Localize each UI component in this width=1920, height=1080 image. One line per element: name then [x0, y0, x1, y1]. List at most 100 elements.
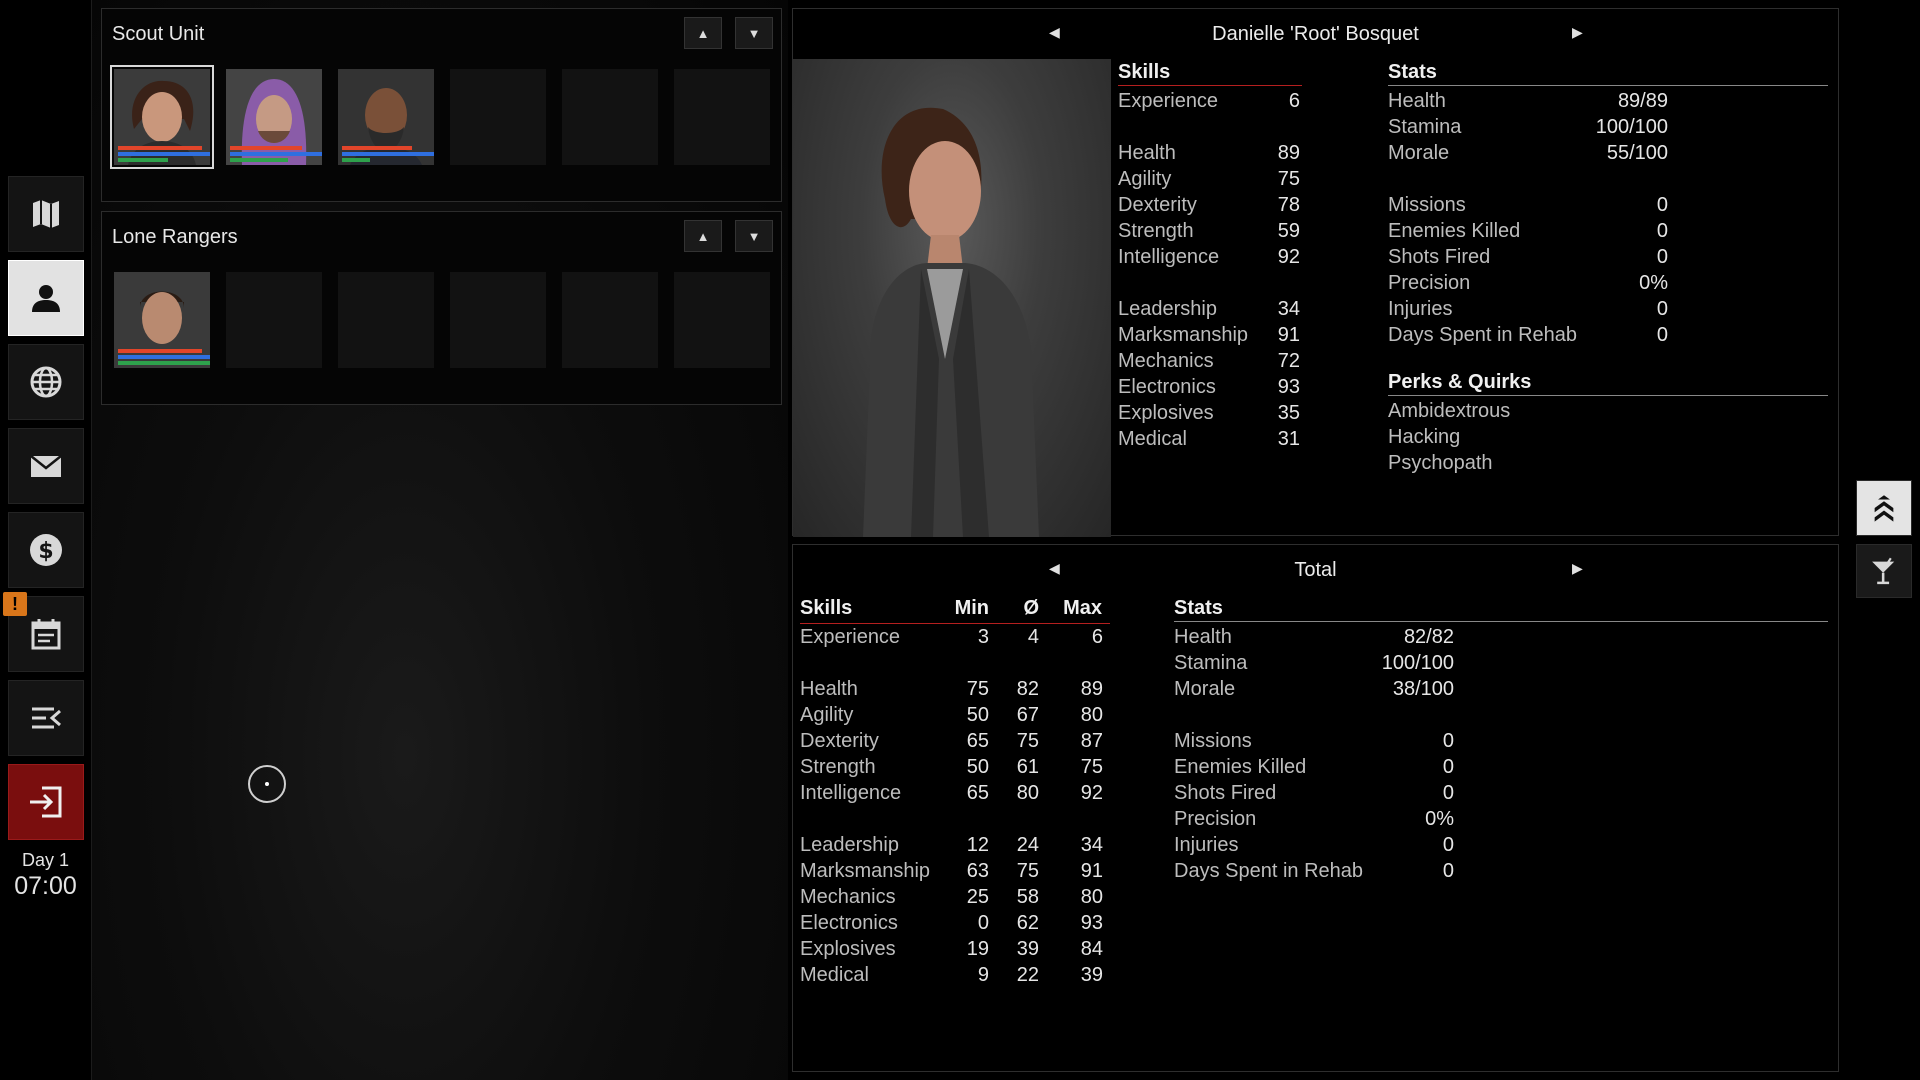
empty-slot[interactable] — [562, 272, 658, 368]
next-total-arrow[interactable]: ▶ — [1572, 560, 1583, 577]
max-value: 75 — [1080, 756, 1103, 778]
min-value: 50 — [966, 704, 989, 726]
row-label: Experience — [800, 626, 901, 648]
move-down-button[interactable]: ▼ — [735, 220, 773, 252]
stat-row: Marksmanship 63 75 91 — [800, 860, 1110, 884]
row-label: Mechanics — [1118, 350, 1214, 372]
stat-row: Agility 50 67 80 — [800, 704, 1110, 728]
perk-item[interactable]: Hacking — [1388, 426, 1460, 449]
skill-value: 6 — [1288, 90, 1300, 112]
stat-value: 0 — [1442, 730, 1454, 752]
menu-collapse-icon — [32, 707, 61, 729]
move-up-button[interactable]: ▲ — [684, 220, 722, 252]
min-value: 0 — [977, 912, 989, 934]
stat-row: Agility 75 — [1118, 168, 1318, 192]
min-value: 9 — [977, 964, 989, 986]
menu-button[interactable] — [8, 680, 84, 756]
finance-button[interactable]: $ — [8, 512, 84, 588]
empty-slot[interactable] — [562, 69, 658, 165]
health-bar — [230, 146, 302, 150]
stamina-bar — [118, 355, 210, 359]
empty-slot[interactable] — [674, 272, 770, 368]
row-label: Precision — [1174, 808, 1257, 830]
portrait-image — [114, 69, 210, 165]
row-label: Enemies Killed — [1388, 220, 1521, 242]
stat-value: 38/100 — [1392, 678, 1454, 700]
max-value: 87 — [1080, 730, 1103, 752]
max-value: 89 — [1080, 678, 1103, 700]
empty-slot[interactable] — [450, 69, 546, 165]
stamina-bar — [342, 152, 434, 156]
member-portrait[interactable] — [226, 69, 322, 165]
stat-row: Intelligence 92 — [1118, 246, 1318, 270]
rank-chevron-icon — [1874, 495, 1894, 522]
globe-icon — [30, 366, 62, 398]
max-value: 92 — [1080, 782, 1103, 804]
row-label: Shots Fired — [1174, 782, 1277, 804]
min-value: 63 — [966, 860, 989, 882]
skill-value: 78 — [1277, 194, 1300, 216]
move-up-button[interactable]: ▲ — [684, 17, 722, 49]
stat-row: Stamina 100/100 — [1174, 652, 1474, 676]
move-down-button[interactable]: ▼ — [735, 17, 773, 49]
squad-scout-unit: Scout Unit ▲ ▼ — [101, 8, 782, 202]
personnel-button[interactable] — [8, 260, 84, 336]
time-label: 07:00 — [14, 872, 77, 900]
member-portrait[interactable] — [338, 69, 434, 165]
stat-row: Dexterity 78 — [1118, 194, 1318, 218]
row-label: Missions — [1388, 194, 1466, 216]
perk-item[interactable]: Psychopath — [1388, 452, 1493, 475]
member-portrait[interactable] — [110, 65, 214, 169]
stat-row: Days Spent in Rehab 0 — [1174, 860, 1474, 884]
row-label: Medical — [800, 964, 869, 986]
stat-row: Explosives 35 — [1118, 402, 1318, 426]
rank-button[interactable] — [1856, 480, 1912, 536]
stat-row: Shots Fired 0 — [1174, 782, 1474, 806]
row-label: Morale — [1388, 142, 1450, 164]
bar-button[interactable] — [1856, 544, 1912, 598]
health-bar — [118, 146, 202, 150]
empty-slot[interactable] — [338, 272, 434, 368]
row-label: Shots Fired — [1388, 246, 1491, 268]
mouse-cursor — [248, 765, 286, 803]
stat-row: Dexterity 65 75 87 — [800, 730, 1110, 754]
stat-row: Stamina 100/100 — [1388, 116, 1688, 140]
stat-row: Medical 9 22 39 — [800, 964, 1110, 988]
cocktail-icon — [1872, 557, 1895, 585]
empty-slot[interactable] — [226, 272, 322, 368]
row-label: Strength — [1118, 220, 1194, 242]
min-value: 25 — [966, 886, 989, 908]
avg-value: 75 — [1016, 860, 1039, 882]
skill-value: 35 — [1277, 402, 1300, 424]
stat-row: Injuries 0 — [1174, 834, 1474, 858]
stat-row: Medical 31 — [1118, 428, 1318, 452]
next-character-arrow[interactable]: ▶ — [1572, 24, 1583, 41]
max-value: 6 — [1091, 626, 1103, 648]
stat-row: Experience 3 4 6 — [800, 626, 1110, 650]
avg-value: 39 — [1016, 938, 1039, 960]
row-label: Health — [1388, 90, 1446, 112]
perk-item[interactable]: Ambidextrous — [1388, 400, 1510, 423]
row-label: Morale — [1174, 678, 1236, 700]
max-value: 80 — [1080, 886, 1103, 908]
col-min-heading: Min — [954, 597, 989, 619]
map-button[interactable] — [8, 176, 84, 252]
empty-slot[interactable] — [450, 272, 546, 368]
avg-value: 67 — [1016, 704, 1039, 726]
globe-button[interactable] — [8, 344, 84, 420]
empty-slot[interactable] — [674, 69, 770, 165]
stat-value: 0% — [1425, 808, 1454, 830]
exit-icon — [30, 786, 62, 818]
stat-row: Strength 59 — [1118, 220, 1318, 244]
stat-value: 0 — [1442, 834, 1454, 856]
stat-row: Shots Fired 0 — [1388, 246, 1688, 270]
min-value: 50 — [966, 756, 989, 778]
row-label: Injuries — [1388, 298, 1453, 320]
skill-value: 72 — [1277, 350, 1300, 372]
mail-button[interactable] — [8, 428, 84, 504]
exit-button[interactable] — [8, 764, 84, 840]
total-title: Total — [1294, 559, 1337, 581]
avg-value: 80 — [1016, 782, 1039, 804]
alert-badge: ! — [3, 592, 27, 616]
member-portrait[interactable] — [114, 272, 210, 368]
